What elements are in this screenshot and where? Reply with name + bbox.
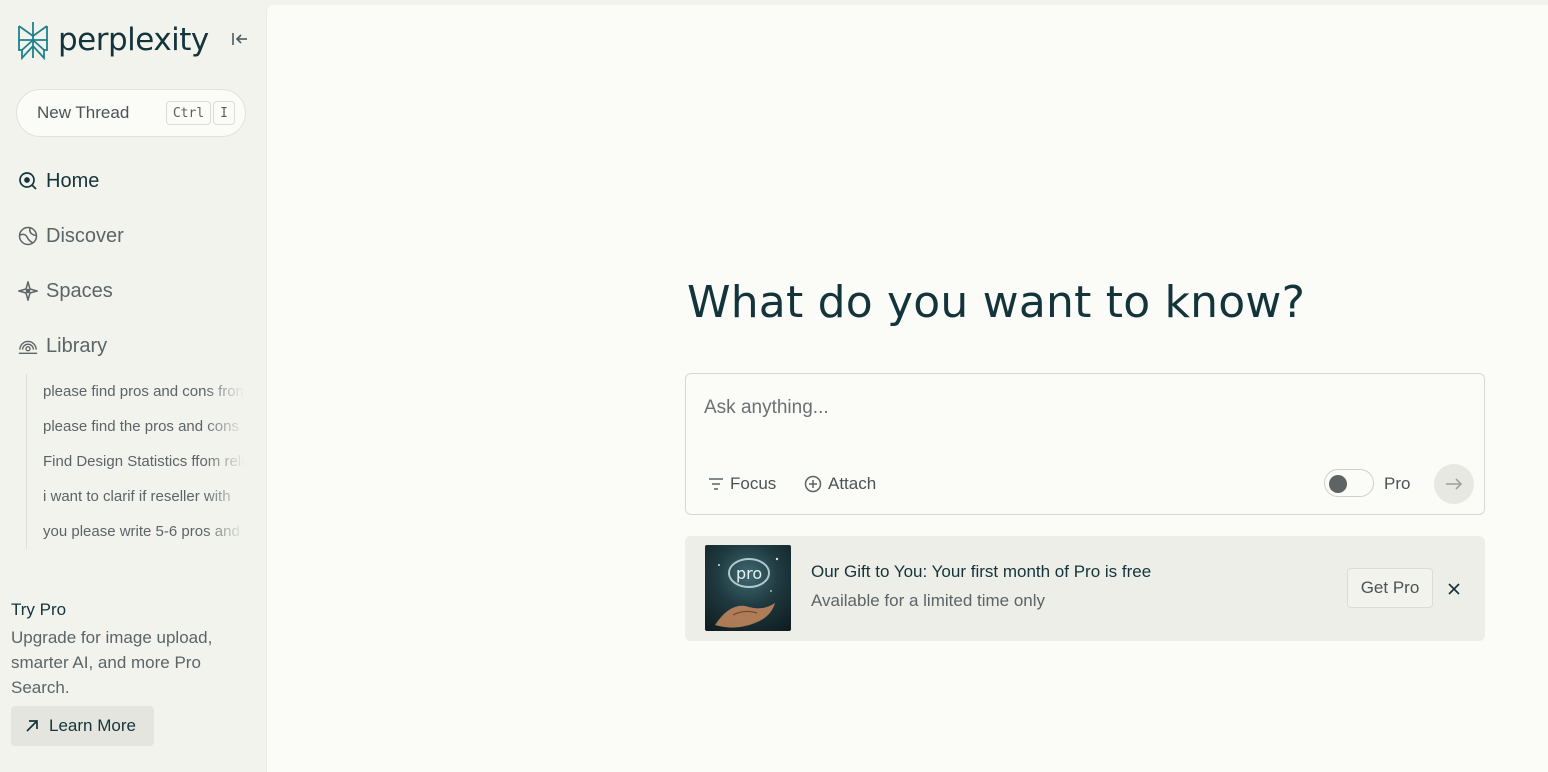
library-icon bbox=[18, 336, 38, 356]
try-pro-title: Try Pro bbox=[11, 600, 67, 619]
sidebar-item-home[interactable]: Home bbox=[18, 166, 99, 196]
pro-label: Pro bbox=[1384, 474, 1411, 493]
get-pro-button[interactable]: Get Pro bbox=[1347, 568, 1433, 608]
sidebar-item-library[interactable]: Library bbox=[18, 331, 107, 361]
try-pro-description: Upgrade for image upload, smarter AI, an… bbox=[11, 628, 213, 697]
submit-button[interactable] bbox=[1434, 464, 1474, 504]
try-pro-panel: Try Pro Upgrade for image upload, smarte… bbox=[11, 600, 251, 700]
library-thread-item[interactable]: please find the pros and cons of bbox=[43, 409, 245, 444]
sidebar-item-label: Discover bbox=[46, 224, 124, 247]
logo[interactable]: perplexity bbox=[16, 20, 209, 60]
promo-banner: pro Our Gift to You: Your first month of… bbox=[685, 536, 1485, 641]
arrow-up-right-icon bbox=[25, 718, 41, 734]
focus-button[interactable]: Focus bbox=[708, 470, 776, 498]
globe-icon bbox=[18, 226, 38, 246]
sidebar-item-label: Spaces bbox=[46, 279, 113, 302]
ask-box: Focus Attach Pro bbox=[685, 373, 1485, 515]
filter-icon bbox=[709, 478, 723, 490]
shortcut-key-ctrl: Ctrl bbox=[165, 101, 212, 125]
sidebar: perplexity New Thread Ctrl I Home Discov… bbox=[0, 0, 266, 772]
promo-image: pro bbox=[705, 545, 791, 631]
promo-subtitle: Available for a limited time only bbox=[811, 591, 1046, 610]
close-icon bbox=[1448, 583, 1460, 595]
focus-label: Focus bbox=[730, 474, 777, 493]
learn-more-button[interactable]: Learn More bbox=[11, 706, 154, 746]
library-thread-item[interactable]: please find pros and cons from bbox=[43, 374, 245, 409]
sidebar-item-label: Library bbox=[46, 334, 108, 357]
new-thread-button[interactable]: New Thread Ctrl I bbox=[16, 89, 246, 137]
collapse-left-icon bbox=[232, 33, 247, 45]
shortcut-keys: Ctrl I bbox=[165, 101, 235, 125]
promo-image-text: pro bbox=[736, 564, 762, 583]
main-panel: What do you want to know? Focus Attach P… bbox=[266, 5, 1548, 772]
arrow-right-icon bbox=[1446, 478, 1463, 490]
close-promo-button[interactable] bbox=[1443, 578, 1465, 600]
logo-text: perplexity bbox=[58, 22, 209, 58]
new-thread-label: New Thread bbox=[37, 103, 130, 122]
library-thread-item[interactable]: i want to clarif if reseller with bbox=[43, 479, 245, 514]
pro-toggle-knob bbox=[1329, 475, 1347, 493]
shortcut-key-i: I bbox=[213, 101, 235, 125]
page-title: What do you want to know? bbox=[687, 277, 1306, 328]
attach-label: Attach bbox=[828, 474, 877, 493]
attach-button[interactable]: Attach bbox=[804, 470, 876, 498]
learn-more-label: Learn More bbox=[49, 716, 136, 735]
sidebar-item-discover[interactable]: Discover bbox=[18, 221, 124, 251]
library-thread-item[interactable]: Find Design Statistics ffom reliable bbox=[43, 444, 245, 479]
plus-circle-icon bbox=[804, 475, 822, 493]
sparkle-icon bbox=[18, 281, 38, 301]
search-circle-icon bbox=[18, 171, 38, 191]
sidebar-item-spaces[interactable]: Spaces bbox=[18, 276, 113, 306]
perplexity-logo-icon bbox=[18, 22, 48, 60]
sidebar-item-label: Home bbox=[46, 169, 100, 192]
pro-toggle[interactable] bbox=[1324, 469, 1374, 497]
library-thread-item[interactable]: you please write 5-6 pros and bbox=[43, 514, 245, 549]
collapse-sidebar-button[interactable] bbox=[228, 28, 252, 50]
ask-input[interactable] bbox=[704, 392, 1444, 424]
library-thread-list: please find pros and cons from please fi… bbox=[26, 374, 245, 549]
promo-title: Our Gift to You: Your first month of Pro… bbox=[811, 562, 1152, 581]
